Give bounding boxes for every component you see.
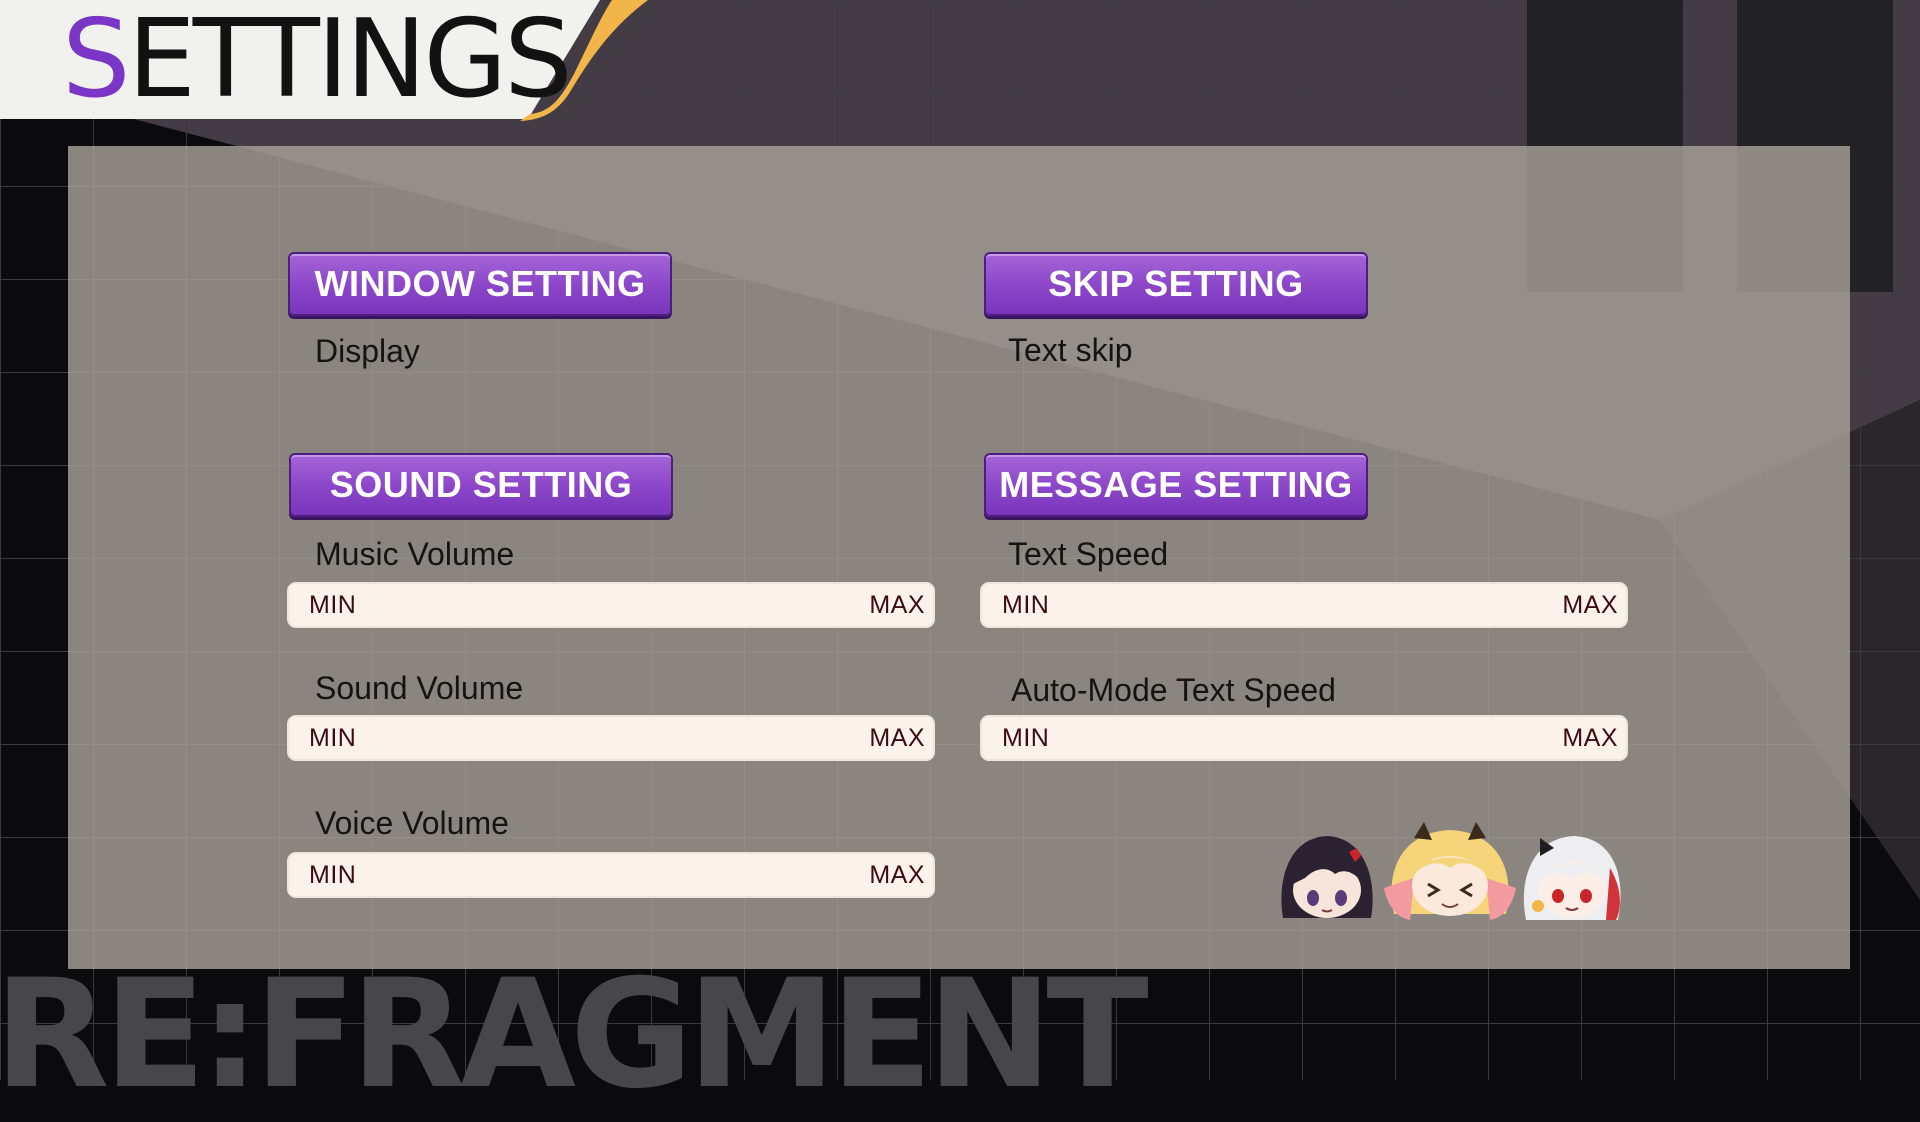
chibi-dark-hair-icon bbox=[1281, 836, 1373, 918]
music-volume-slider[interactable]: MIN MAX bbox=[287, 582, 935, 628]
slider-max-label: MAX bbox=[1562, 724, 1618, 752]
sound-volume-label: Sound Volume bbox=[315, 670, 524, 706]
chibi-blonde-icon bbox=[1384, 822, 1516, 920]
page-title-rest: ETTINGS bbox=[127, 0, 573, 122]
window-setting-button[interactable]: WINDOW SETTING bbox=[288, 252, 672, 316]
auto-mode-text-speed-label: Auto-Mode Text Speed bbox=[1011, 672, 1336, 708]
sound-volume-slider[interactable]: MIN MAX bbox=[287, 715, 935, 761]
slider-max-label: MAX bbox=[869, 861, 925, 889]
slider-min-label: MIN bbox=[1002, 591, 1050, 619]
slider-min-label: MIN bbox=[309, 861, 357, 889]
slider-max-label: MAX bbox=[869, 724, 925, 752]
music-volume-label: Music Volume bbox=[315, 536, 515, 572]
slider-min-label: MIN bbox=[309, 591, 357, 619]
page-title-accent-letter: S bbox=[62, 0, 131, 122]
slider-max-label: MAX bbox=[1562, 591, 1618, 619]
game-logo-watermark: RE:FRAGMENT bbox=[0, 948, 1149, 1122]
display-option[interactable]: Display bbox=[315, 332, 420, 370]
slider-min-label: MIN bbox=[1002, 724, 1050, 752]
slider-max-label: MAX bbox=[869, 591, 925, 619]
slider-min-label: MIN bbox=[309, 724, 357, 752]
text-skip-option[interactable]: Text skip bbox=[1008, 331, 1132, 369]
page-title: SETTINGS bbox=[62, 2, 573, 118]
text-speed-label: Text Speed bbox=[1008, 536, 1169, 572]
voice-volume-slider[interactable]: MIN MAX bbox=[287, 852, 935, 898]
auto-mode-text-speed-slider[interactable]: MIN MAX bbox=[980, 715, 1628, 761]
skip-setting-button[interactable]: SKIP SETTING bbox=[984, 252, 1368, 316]
sound-setting-button[interactable]: SOUND SETTING bbox=[289, 453, 673, 517]
voice-volume-label: Voice Volume bbox=[315, 805, 509, 841]
message-setting-button[interactable]: MESSAGE SETTING bbox=[984, 453, 1368, 517]
text-speed-slider[interactable]: MIN MAX bbox=[980, 582, 1628, 628]
chibi-white-hair-icon bbox=[1523, 836, 1621, 920]
